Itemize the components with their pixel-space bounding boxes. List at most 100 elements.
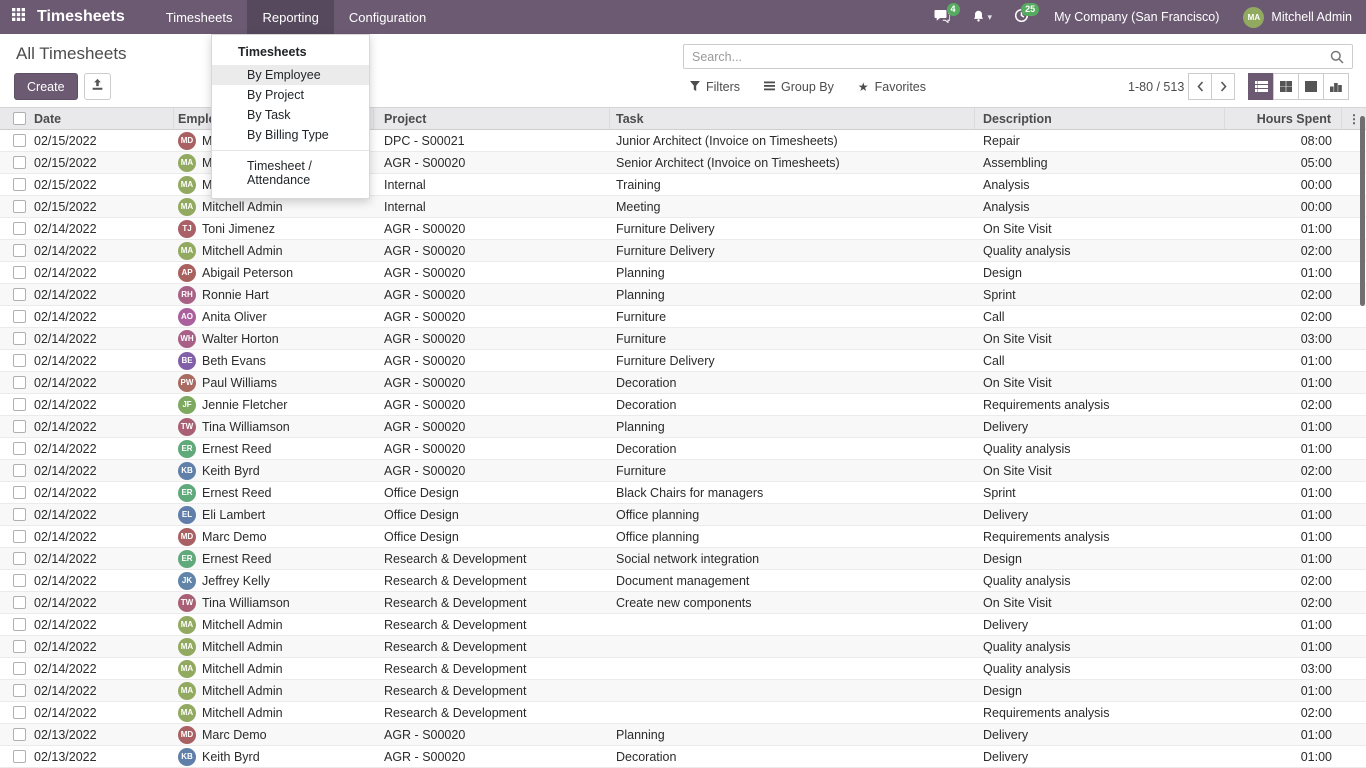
column-header-project[interactable]: Project [374, 108, 610, 129]
column-header-hours-spent[interactable]: Hours Spent [1225, 108, 1342, 129]
apps-menu-button[interactable] [0, 0, 37, 34]
row-checkbox[interactable] [13, 398, 26, 411]
table-row[interactable]: 02/14/2022 MD Marc Demo Office Design Of… [0, 526, 1366, 548]
row-checkbox[interactable] [13, 640, 26, 653]
column-header-description[interactable]: Description [975, 108, 1225, 129]
table-row[interactable]: 02/14/2022 MA Mitchell Admin Research & … [0, 680, 1366, 702]
messages-button[interactable]: 4 [923, 0, 961, 34]
app-title[interactable]: Timesheets [37, 0, 151, 34]
view-switch-list[interactable] [1248, 73, 1274, 100]
column-header-date[interactable]: Date [30, 108, 174, 129]
cell-project: AGR - S00020 [374, 394, 610, 415]
table-row[interactable]: 02/14/2022 BE Beth Evans AGR - S00020 Fu… [0, 350, 1366, 372]
filters-button[interactable]: Filters [690, 80, 740, 94]
row-checkbox[interactable] [13, 310, 26, 323]
vertical-scrollbar-thumb[interactable] [1360, 116, 1365, 306]
view-switch-graph[interactable] [1323, 73, 1349, 100]
row-checkbox[interactable] [13, 178, 26, 191]
table-row[interactable]: 02/14/2022 KB Keith Byrd AGR - S00020 Fu… [0, 460, 1366, 482]
row-checkbox[interactable] [13, 662, 26, 675]
table-row[interactable]: 02/14/2022 MA Mitchell Admin Research & … [0, 658, 1366, 680]
menu-item-by-task[interactable]: By Task [212, 105, 369, 125]
table-row[interactable]: 02/14/2022 MA Mitchell Admin Research & … [0, 636, 1366, 658]
table-row[interactable]: 02/14/2022 RH Ronnie Hart AGR - S00020 P… [0, 284, 1366, 306]
table-row[interactable]: 02/13/2022 MD Marc Demo AGR - S00020 Pla… [0, 724, 1366, 746]
table-row[interactable]: 02/14/2022 TJ Toni Jimenez AGR - S00020 … [0, 218, 1366, 240]
company-switcher[interactable]: My Company (San Francisco) [1040, 0, 1233, 34]
cell-date: 02/14/2022 [30, 636, 174, 657]
cell-description: Call [975, 306, 1225, 327]
row-checkbox[interactable] [13, 706, 26, 719]
favorites-button[interactable]: ★ Favorites [858, 80, 926, 94]
export-button[interactable] [84, 73, 111, 100]
row-checkbox[interactable] [13, 420, 26, 433]
table-row[interactable]: 02/14/2022 ER Ernest Reed AGR - S00020 D… [0, 438, 1366, 460]
table-row[interactable]: 02/15/2022 MA Mitchell Admin AGR - S0002… [0, 152, 1366, 174]
table-row[interactable]: 02/14/2022 MA Mitchell Admin Research & … [0, 614, 1366, 636]
table-row[interactable]: 02/14/2022 JF Jennie Fletcher AGR - S000… [0, 394, 1366, 416]
row-checkbox[interactable] [13, 750, 26, 763]
search-input[interactable] [684, 45, 1322, 68]
optional-columns-toggle-icon[interactable]: ⋮ [1348, 112, 1360, 126]
nav-item-configuration[interactable]: Configuration [334, 0, 441, 34]
menu-item-by-billing-type[interactable]: By Billing Type [212, 125, 369, 145]
group-by-button[interactable]: Group By [764, 80, 834, 94]
row-checkbox[interactable] [13, 134, 26, 147]
row-checkbox[interactable] [13, 464, 26, 477]
nav-item-timesheets[interactable]: Timesheets [151, 0, 248, 34]
search-icon[interactable] [1322, 50, 1352, 64]
row-checkbox[interactable] [13, 684, 26, 697]
view-switch-kanban[interactable] [1273, 73, 1299, 100]
table-row[interactable]: 02/15/2022 MD Marc Demo DPC - S00021 Jun… [0, 130, 1366, 152]
row-checkbox[interactable] [13, 200, 26, 213]
table-row[interactable]: 02/14/2022 AO Anita Oliver AGR - S00020 … [0, 306, 1366, 328]
table-row[interactable]: 02/14/2022 WH Walter Horton AGR - S00020… [0, 328, 1366, 350]
menu-item-by-employee[interactable]: By Employee [212, 65, 369, 85]
row-checkbox[interactable] [13, 618, 26, 631]
table-row[interactable]: 02/14/2022 AP Abigail Peterson AGR - S00… [0, 262, 1366, 284]
cell-project: Research & Development [374, 680, 610, 701]
table-row[interactable]: 02/13/2022 KB Keith Byrd AGR - S00020 De… [0, 746, 1366, 768]
table-row[interactable]: 02/14/2022 EL Eli Lambert Office Design … [0, 504, 1366, 526]
activities-button[interactable]: 25 [1003, 0, 1040, 34]
row-checkbox[interactable] [13, 508, 26, 521]
table-row[interactable]: 02/15/2022 MA Mitchell Admin Internal Me… [0, 196, 1366, 218]
table-row[interactable]: 02/15/2022 MA Mitchell Admin Internal Tr… [0, 174, 1366, 196]
menu-item-timesheet-attendance[interactable]: Timesheet / Attendance [212, 156, 369, 190]
row-checkbox[interactable] [13, 288, 26, 301]
pager-previous-button[interactable] [1188, 73, 1212, 100]
row-checkbox[interactable] [13, 354, 26, 367]
user-menu[interactable]: MA Mitchell Admin [1233, 0, 1366, 34]
nav-item-reporting[interactable]: Reporting [247, 0, 333, 34]
table-row[interactable]: 02/14/2022 ER Ernest Reed Office Design … [0, 482, 1366, 504]
row-checkbox[interactable] [13, 376, 26, 389]
row-checkbox[interactable] [13, 266, 26, 279]
row-checkbox[interactable] [13, 530, 26, 543]
table-row[interactable]: 02/14/2022 ER Ernest Reed Research & Dev… [0, 548, 1366, 570]
notifications-button[interactable]: ▾ [961, 0, 1004, 34]
select-all-checkbox[interactable] [13, 112, 26, 125]
row-checkbox[interactable] [13, 156, 26, 169]
row-checkbox[interactable] [13, 728, 26, 741]
table-row[interactable]: 02/14/2022 JK Jeffrey Kelly Research & D… [0, 570, 1366, 592]
employee-avatar: MA [178, 242, 196, 260]
create-button[interactable]: Create [14, 73, 78, 100]
row-checkbox[interactable] [13, 442, 26, 455]
row-checkbox[interactable] [13, 552, 26, 565]
table-row[interactable]: 02/14/2022 MA Mitchell Admin Research & … [0, 702, 1366, 724]
row-checkbox[interactable] [13, 222, 26, 235]
employee-avatar: MA [178, 616, 196, 634]
row-checkbox[interactable] [13, 486, 26, 499]
table-row[interactable]: 02/14/2022 TW Tina Williamson AGR - S000… [0, 416, 1366, 438]
view-switch-pivot[interactable] [1298, 73, 1324, 100]
column-header-task[interactable]: Task [610, 108, 975, 129]
pager-next-button[interactable] [1211, 73, 1235, 100]
row-checkbox[interactable] [13, 574, 26, 587]
row-checkbox[interactable] [13, 332, 26, 345]
table-row[interactable]: 02/14/2022 TW Tina Williamson Research &… [0, 592, 1366, 614]
menu-item-by-project[interactable]: By Project [212, 85, 369, 105]
row-checkbox[interactable] [13, 244, 26, 257]
row-checkbox[interactable] [13, 596, 26, 609]
table-row[interactable]: 02/14/2022 MA Mitchell Admin AGR - S0002… [0, 240, 1366, 262]
table-row[interactable]: 02/14/2022 PW Paul Williams AGR - S00020… [0, 372, 1366, 394]
